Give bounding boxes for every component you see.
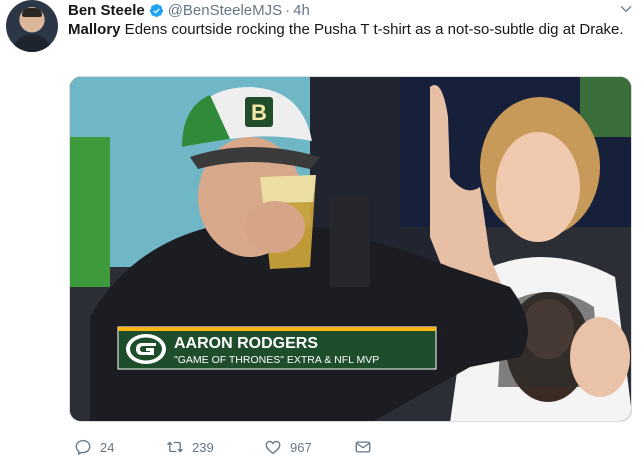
media-photo: B AARON RODGERS "GAME OF THRONES" EXTRA … [70,77,631,421]
reply-count: 24 [100,439,115,455]
lower-third-name: AARON RODGERS [174,335,318,352]
retweet-count: 239 [192,439,214,455]
caret-down-icon[interactable] [619,2,633,16]
timestamp[interactable]: 4h [293,2,310,19]
tweet-text: Mallory Edens courtside rocking the Push… [68,19,628,41]
tweet-header: Ben Steele @BenSteeleMJS · 4h [68,0,310,20]
reply-icon [75,439,91,455]
like-button[interactable]: 967 [264,438,354,456]
retweet-button[interactable]: 239 [166,438,264,456]
tweet-body: Edens courtside rocking the Pusha T t-sh… [120,21,624,38]
lower-third-sub: "GAME OF THRONES" EXTRA & NFL MVP [174,354,379,366]
avatar[interactable] [6,0,58,52]
direct-message-icon [355,441,371,453]
like-count: 967 [290,439,312,455]
avatar-shoulders [12,34,52,52]
cap-letter: B [251,100,267,125]
author-name[interactable]: Ben Steele [68,2,145,19]
direct-message-button[interactable] [354,438,380,456]
verified-icon [149,3,163,17]
tweet-lead: Mallory [68,21,121,38]
tweet-actions: 24 239 967 [74,437,380,457]
tweet-media[interactable]: B AARON RODGERS "GAME OF THRONES" EXTRA … [69,76,632,422]
reply-button[interactable]: 24 [74,438,166,456]
author-handle[interactable]: @BenSteeleMJS [168,2,282,19]
avatar-hair [22,8,42,17]
retweet-icon [167,441,183,453]
separator-dot: · [285,1,291,19]
packers-logo-icon [126,334,166,364]
like-icon [265,440,281,455]
